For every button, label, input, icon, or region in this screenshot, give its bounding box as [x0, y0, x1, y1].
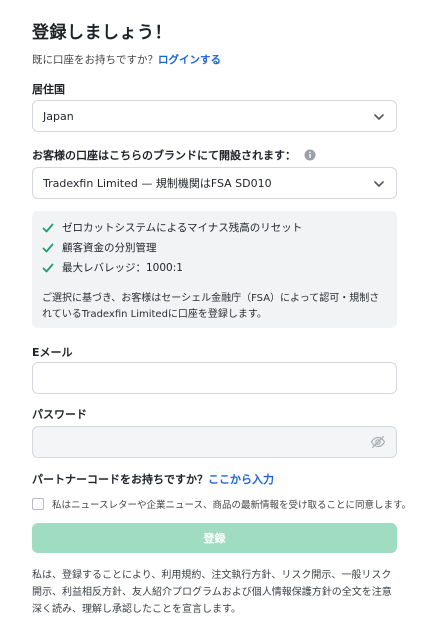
brand-features-box: ゼロカットシステムによるマイナス残高のリセット 顧客資金の分別管理 最大レバレッ…: [32, 211, 397, 328]
brand-select[interactable]: Tradexfin Limited — 規制機関はFSA SD010: [32, 167, 397, 199]
register-button[interactable]: 登録: [32, 523, 397, 553]
feature-text: ゼロカットシステムによるマイナス残高のリセット: [62, 222, 303, 234]
partner-code-prompt: パートナーコードをお持ちですか？ここから入力: [32, 471, 274, 487]
partner-code-link[interactable]: ここから入力: [208, 473, 274, 486]
email-label: Eメール: [32, 346, 73, 359]
brand-label-text: お客様の口座はこちらのブランドにて開設されます：: [32, 149, 296, 162]
brand-note: ご選択に基づき、お客様はセーシェル金融庁（FSA）によって認可・規制されているT…: [42, 293, 380, 320]
brand-select-value: Tradexfin Limited — 規制機関はFSA SD010: [43, 177, 272, 190]
feature-item: ゼロカットシステムによるマイナス残高のリセット: [42, 220, 302, 235]
feature-item: 最大レバレッジ：1000:1: [42, 260, 183, 275]
country-label: 居住国: [32, 83, 65, 96]
login-prompt-text: 既に口座をお持ちですか？: [32, 54, 158, 66]
check-icon: [42, 223, 54, 232]
newsletter-checkbox[interactable]: [32, 498, 44, 510]
login-prompt: 既に口座をお持ちですか？ログインする: [32, 52, 221, 67]
partner-prompt-text: パートナーコードをお持ちですか？: [32, 473, 208, 486]
page-title: 登録しましょう！: [32, 23, 172, 43]
check-icon: [42, 263, 54, 272]
chevron-down-icon: [374, 114, 384, 120]
password-label: パスワード: [32, 408, 87, 421]
brand-label: お客様の口座はこちらのブランドにて開設されます：: [32, 147, 316, 163]
password-field[interactable]: [32, 426, 397, 458]
newsletter-checkbox-label: 私はニュースレターや企業ニュース、商品の最新情報を受け取ることに同意します。: [52, 500, 412, 511]
feature-item: 顧客資金の分別管理: [42, 240, 157, 255]
email-field[interactable]: [32, 362, 397, 394]
feature-text: 最大レバレッジ：1000:1: [62, 262, 183, 274]
login-link[interactable]: ログインする: [158, 54, 221, 66]
country-select-value: Japan: [43, 109, 74, 123]
info-icon[interactable]: [304, 149, 316, 161]
country-select[interactable]: Japan: [32, 100, 397, 132]
chevron-down-icon: [374, 181, 384, 187]
feature-text: 顧客資金の分別管理: [62, 242, 157, 254]
terms-text: 私は、登録することにより、利用規約、注文執行方針、リスク開示、一般リスク開示、利…: [32, 570, 392, 615]
check-icon: [42, 243, 54, 252]
eye-off-icon[interactable]: [370, 434, 386, 450]
